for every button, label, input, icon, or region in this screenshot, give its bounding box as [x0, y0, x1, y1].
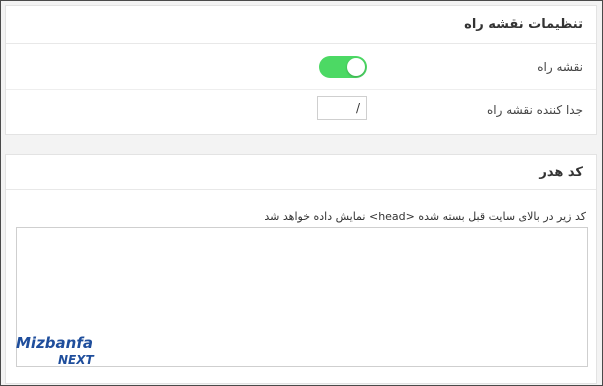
roadmap-settings-title: تنظیمات نقشه راه	[6, 6, 596, 44]
separator-input[interactable]	[317, 96, 367, 120]
mizbanfa-logo: Mizbanfa NEXT	[16, 334, 94, 367]
header-code-helper-text: کد زیر در بالای سایت قبل بسته شده <head>…	[264, 210, 586, 223]
roadmap-toggle-row: نقشه راه	[6, 44, 596, 90]
roadmap-label: نقشه راه	[537, 60, 583, 74]
separator-label: جدا کننده نقشه راه	[487, 103, 583, 117]
logo-line1: Mizbanfa	[16, 334, 93, 352]
separator-row: جدا کننده نقشه راه	[6, 90, 596, 134]
toggle-knob	[347, 58, 365, 76]
logo-line2: NEXT	[58, 353, 94, 367]
roadmap-toggle[interactable]	[319, 56, 367, 78]
settings-panel: تنظیمات نقشه راه نقشه راه جدا کننده نقشه…	[0, 0, 603, 386]
roadmap-settings-card: تنظیمات نقشه راه نقشه راه جدا کننده نقشه…	[5, 5, 597, 135]
header-code-title: کد هدر	[6, 155, 596, 190]
